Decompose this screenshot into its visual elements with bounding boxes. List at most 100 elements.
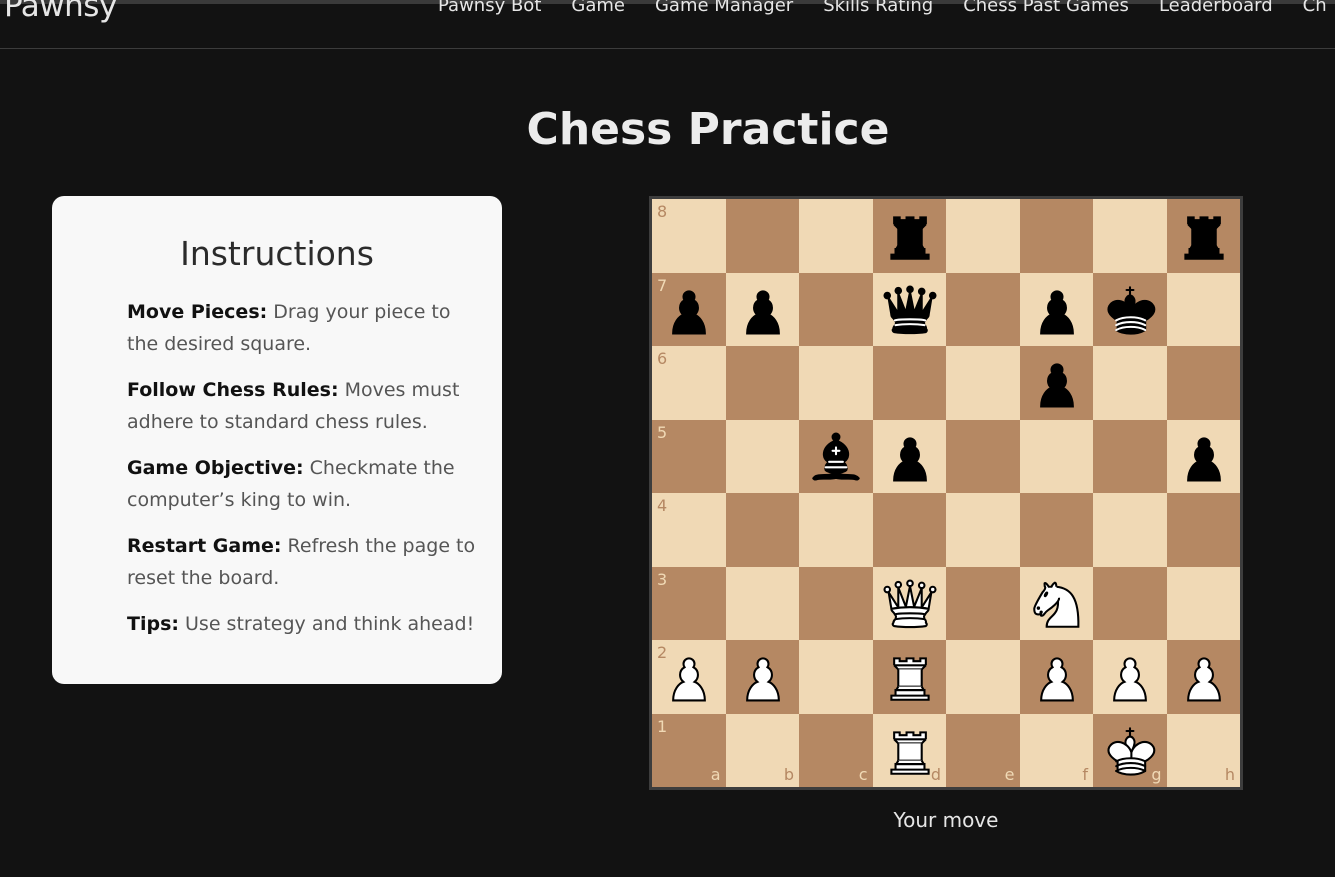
square-b5[interactable]	[725, 419, 799, 493]
black-pawn-icon	[745, 289, 780, 334]
rank-label: 8	[657, 202, 668, 221]
square-d3[interactable]	[872, 566, 946, 640]
nav-link-skills-rating[interactable]: Skills Rating	[823, 0, 933, 16]
file-label: e	[1004, 765, 1015, 784]
square-b7[interactable]	[725, 272, 799, 346]
square-a1[interactable]: 1a	[652, 713, 726, 787]
square-c6[interactable]	[799, 346, 873, 420]
square-c2[interactable]	[799, 640, 873, 714]
square-f5[interactable]	[1019, 419, 1093, 493]
square-e8[interactable]	[946, 199, 1020, 273]
square-c5[interactable]	[799, 419, 873, 493]
square-e5[interactable]	[946, 419, 1020, 493]
square-b8[interactable]	[725, 199, 799, 273]
square-d8[interactable]	[872, 199, 946, 273]
square-h4[interactable]	[1166, 493, 1240, 567]
square-h8[interactable]	[1166, 199, 1240, 273]
square-e2[interactable]	[946, 640, 1020, 714]
square-e7[interactable]	[946, 272, 1020, 346]
square-h5[interactable]	[1166, 419, 1240, 493]
instruction-text: Use strategy and think ahead!	[178, 613, 475, 635]
square-d5[interactable]	[872, 419, 946, 493]
white-pawn-icon[interactable]	[658, 646, 720, 708]
square-f1[interactable]: f	[1019, 713, 1093, 787]
square-f6[interactable]	[1019, 346, 1093, 420]
white-knight-icon[interactable]	[1026, 573, 1088, 635]
square-e3[interactable]	[946, 566, 1020, 640]
square-h2[interactable]	[1166, 640, 1240, 714]
square-a4[interactable]: 4	[652, 493, 726, 567]
black-bishop-icon	[812, 432, 860, 481]
square-g1[interactable]: g	[1093, 713, 1167, 787]
white-queen-icon[interactable]	[879, 573, 941, 635]
black-rook-icon	[1183, 216, 1224, 260]
square-f2[interactable]	[1019, 640, 1093, 714]
nav-link-game[interactable]: Game	[571, 0, 625, 16]
rank-label: 1	[657, 716, 668, 736]
brand-logo[interactable]: Pawnsy	[4, 0, 117, 24]
nav-link-game-manager[interactable]: Game Manager	[655, 0, 793, 16]
square-c1[interactable]: c	[799, 713, 873, 787]
square-e4[interactable]	[946, 493, 1020, 567]
square-f8[interactable]	[1019, 199, 1093, 273]
black-pawn-icon	[1039, 289, 1074, 334]
square-b6[interactable]	[725, 346, 799, 420]
square-b1[interactable]: b	[725, 713, 799, 787]
nav-link-leaderboard[interactable]: Leaderboard	[1159, 0, 1273, 16]
square-g8[interactable]	[1093, 199, 1167, 273]
square-h7[interactable]	[1166, 272, 1240, 346]
instruction-move-pieces: Move Pieces: Drag your piece to the desi…	[127, 296, 477, 360]
square-d6[interactable]	[872, 346, 946, 420]
instructions-panel: Instructions Move Pieces: Drag your piec…	[52, 196, 502, 684]
white-pawn-icon[interactable]	[1099, 646, 1161, 708]
square-d1[interactable]: d	[872, 713, 946, 787]
square-a2[interactable]: 2	[652, 640, 726, 714]
square-c7[interactable]	[799, 272, 873, 346]
square-h1[interactable]: h	[1166, 713, 1240, 787]
square-c3[interactable]	[799, 566, 873, 640]
square-g3[interactable]	[1093, 566, 1167, 640]
square-b3[interactable]	[725, 566, 799, 640]
white-pawn-icon[interactable]	[1026, 646, 1088, 708]
square-g7[interactable]	[1093, 272, 1167, 346]
rank-label: 4	[657, 496, 668, 515]
square-g5[interactable]	[1093, 419, 1167, 493]
nav-link-truncated[interactable]: Ch	[1303, 0, 1327, 16]
square-h3[interactable]	[1166, 566, 1240, 640]
square-c8[interactable]	[799, 199, 873, 273]
nav-link-chess-past-games[interactable]: Chess Past Games	[963, 0, 1129, 16]
square-d4[interactable]	[872, 493, 946, 567]
white-pawn-icon[interactable]	[732, 646, 794, 708]
square-h6[interactable]	[1166, 346, 1240, 420]
square-g6[interactable]	[1093, 346, 1167, 420]
square-c4[interactable]	[799, 493, 873, 567]
square-d2[interactable]	[872, 640, 946, 714]
square-a6[interactable]: 6	[652, 346, 726, 420]
square-a8[interactable]: 8	[652, 199, 726, 273]
square-f3[interactable]	[1019, 566, 1093, 640]
square-f7[interactable]	[1019, 272, 1093, 346]
rank-label: 5	[657, 422, 668, 442]
nav-link-pawnsy-bot[interactable]: Pawnsy Bot	[438, 0, 541, 16]
page-title: Chess Practice	[526, 104, 890, 155]
square-a5[interactable]: 5	[652, 419, 726, 493]
black-pawn-icon	[1039, 363, 1074, 408]
square-a3[interactable]: 3	[652, 566, 726, 640]
square-e1[interactable]: e	[946, 713, 1020, 787]
instruction-label: Game Objective:	[127, 457, 304, 479]
square-b4[interactable]	[725, 493, 799, 567]
white-pawn-icon[interactable]	[1173, 646, 1235, 708]
square-f4[interactable]	[1019, 493, 1093, 567]
square-d7[interactable]	[872, 272, 946, 346]
square-e6[interactable]	[946, 346, 1020, 420]
square-a7[interactable]: 7	[652, 272, 726, 346]
file-label: f	[1082, 765, 1088, 784]
game-status: Your move	[893, 808, 999, 832]
square-g4[interactable]	[1093, 493, 1167, 567]
square-g2[interactable]	[1093, 640, 1167, 714]
square-b2[interactable]	[725, 640, 799, 714]
instruction-game-objective: Game Objective: Checkmate the computer’s…	[127, 452, 477, 516]
white-rook-icon[interactable]	[879, 720, 941, 782]
white-rook-icon[interactable]	[879, 646, 941, 708]
white-king-icon[interactable]	[1099, 720, 1161, 782]
